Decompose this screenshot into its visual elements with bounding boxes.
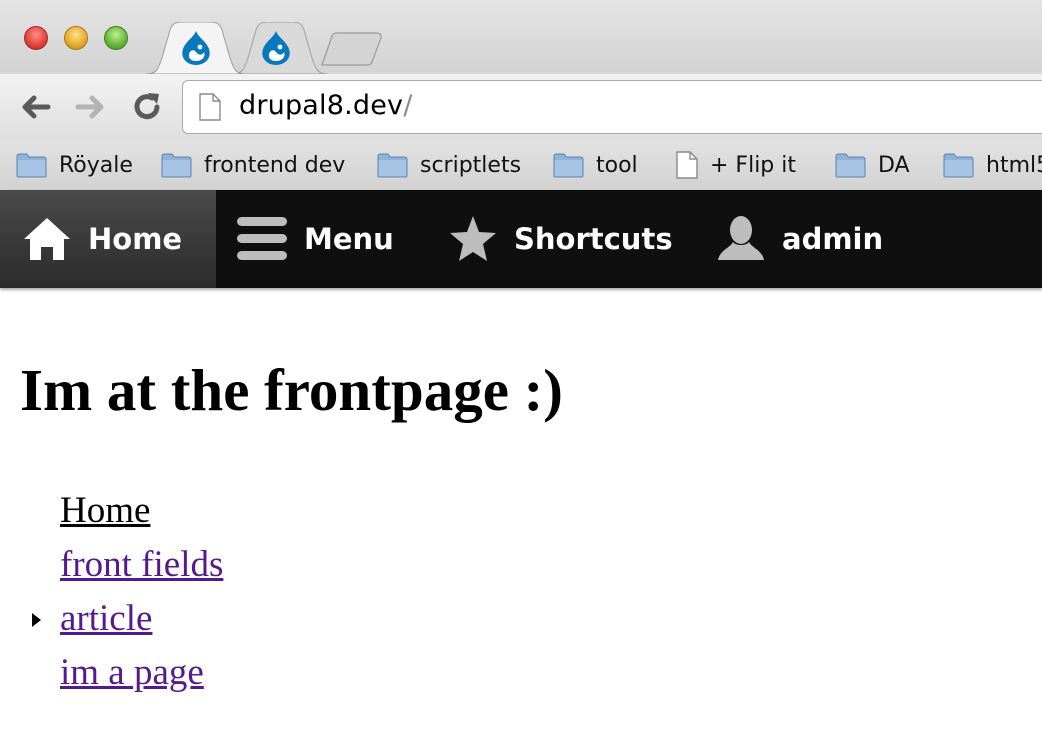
tab-inactive[interactable]	[232, 22, 328, 74]
folder-icon	[553, 153, 584, 177]
bookmarks-bar: Röyale frontend dev scriptlets tool + Fl…	[0, 140, 1042, 190]
drupal-drop-icon	[262, 31, 290, 65]
browser-chrome: drupal8.dev/ Röyale frontend dev scriptl…	[0, 0, 1042, 191]
folder-icon	[835, 153, 866, 177]
folder-icon	[943, 153, 974, 177]
toolbar-shortcuts-button[interactable]: Shortcuts	[448, 190, 673, 288]
menu-item-article: article	[32, 594, 223, 648]
address-bar[interactable]: drupal8.dev/	[182, 80, 1042, 134]
star-icon	[450, 216, 496, 261]
page-title: Im at the frontpage :)	[20, 357, 563, 423]
minimize-window-button[interactable]	[64, 26, 88, 50]
bookmark-da[interactable]: DA	[835, 148, 910, 182]
expand-arrow-icon[interactable]	[32, 613, 41, 627]
title-bar	[0, 0, 1042, 74]
menu-item-im-a-page: im a page	[60, 648, 223, 702]
toolbar-home-button[interactable]: Home	[0, 190, 216, 288]
bookmark-tool[interactable]: tool	[553, 148, 638, 182]
forward-arrow-icon[interactable]	[74, 90, 108, 124]
toolbar-user-button[interactable]: admin	[716, 190, 883, 288]
menu-icon	[237, 217, 287, 260]
folder-icon	[16, 153, 47, 177]
user-icon	[718, 216, 764, 260]
url-path: /	[403, 90, 413, 121]
new-tab-button[interactable]	[318, 32, 386, 66]
bookmark-royale[interactable]: Röyale	[16, 148, 133, 182]
close-window-button[interactable]	[24, 26, 48, 50]
menu-link-article[interactable]: article	[60, 598, 152, 639]
reload-icon[interactable]	[130, 90, 164, 124]
folder-icon	[161, 153, 192, 177]
bookmark-flip-it[interactable]: + Flip it	[676, 148, 796, 182]
url-host: drupal8.dev	[239, 90, 404, 121]
page-icon	[676, 151, 698, 179]
bookmark-frontend-dev[interactable]: frontend dev	[161, 148, 345, 182]
zoom-window-button[interactable]	[104, 26, 128, 50]
tab-active[interactable]	[146, 22, 246, 74]
bookmark-html5[interactable]: html5	[943, 148, 1042, 182]
toolbar-menu-button[interactable]: Menu	[236, 190, 394, 288]
url-text: drupal8.dev/	[239, 90, 413, 121]
drupal-drop-icon	[182, 31, 210, 65]
home-icon	[24, 218, 70, 260]
page-icon	[199, 93, 221, 121]
menu-link-im-a-page[interactable]: im a page	[60, 652, 204, 693]
menu-item-front-fields: front fields	[60, 540, 223, 594]
back-arrow-icon[interactable]	[18, 90, 52, 124]
menu-link-front-fields[interactable]: front fields	[60, 544, 223, 585]
folder-icon	[377, 153, 408, 177]
menu-link-home[interactable]: Home	[60, 490, 150, 531]
main-menu: Home front fields article im a page	[32, 486, 223, 702]
bookmark-scriptlets[interactable]: scriptlets	[377, 148, 521, 182]
menu-item-home: Home	[60, 486, 223, 540]
admin-toolbar: Home Menu Shortcuts admin	[0, 190, 1042, 288]
